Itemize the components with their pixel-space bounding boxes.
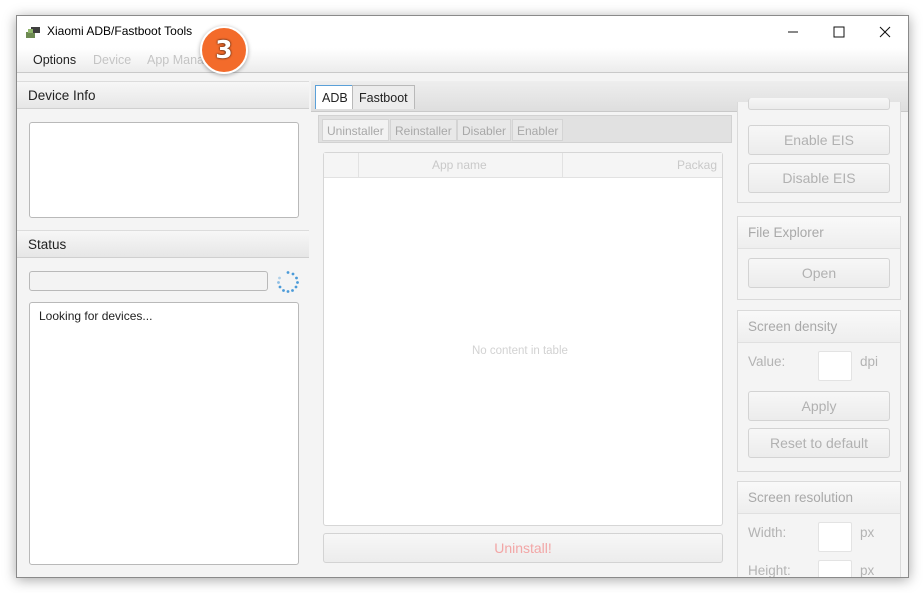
file-explorer-title: File Explorer xyxy=(738,217,900,249)
device-info-header: Device Info xyxy=(17,81,309,109)
minimize-button[interactable] xyxy=(770,16,816,48)
subtab-disabler[interactable]: Disabler xyxy=(457,119,512,141)
maximize-button[interactable] xyxy=(816,16,862,48)
maximize-icon xyxy=(833,26,845,38)
subtab-reinstaller[interactable]: Reinstaller xyxy=(390,119,457,141)
resolution-width-label: Width: xyxy=(748,525,787,540)
resolution-height-unit: px xyxy=(860,563,875,578)
android-tools-icon xyxy=(26,27,40,38)
disable-eis-button[interactable]: Disable EIS xyxy=(748,163,890,193)
window-title: Xiaomi ADB/Fastboot Tools xyxy=(47,24,193,38)
uninstall-button[interactable]: Uninstall! xyxy=(323,533,723,563)
screen-density-title: Screen density xyxy=(738,311,900,343)
subtab-enabler[interactable]: Enabler xyxy=(512,119,564,141)
close-icon xyxy=(879,26,891,38)
screen-resolution-group: Screen resolution Width: px Height: px xyxy=(737,481,901,578)
resolution-width-unit: px xyxy=(860,525,875,540)
loading-spinner-icon xyxy=(277,271,299,293)
screen-resolution-title: Screen resolution xyxy=(738,482,900,514)
enable-eis-button[interactable]: Enable EIS xyxy=(748,125,890,155)
resolution-height-input[interactable] xyxy=(818,560,852,577)
app-window: Xiaomi ADB/Fastboot Tools 3 Options Devi… xyxy=(16,15,909,578)
file-explorer-group: File Explorer Open xyxy=(737,216,901,300)
menu-device[interactable]: Device xyxy=(93,53,131,67)
density-value-label: Value: xyxy=(748,354,786,369)
hidden-top-button[interactable] xyxy=(748,98,890,110)
tab-fastboot[interactable]: Fastboot xyxy=(352,85,415,109)
reset-density-button[interactable]: Reset to default xyxy=(748,428,890,458)
column-divider xyxy=(562,153,563,177)
column-package[interactable]: Packag xyxy=(677,158,717,172)
step-number-badge: 3 xyxy=(200,26,248,74)
app-table: App name Packag No content in table xyxy=(323,152,723,526)
resolution-width-input[interactable] xyxy=(818,522,852,552)
device-info-box xyxy=(29,122,299,218)
close-button[interactable] xyxy=(862,16,908,48)
density-input[interactable] xyxy=(818,351,852,381)
tab-adb[interactable]: ADB xyxy=(315,85,355,109)
table-empty-text: No content in table xyxy=(472,345,568,357)
minimize-icon xyxy=(788,31,798,33)
subtab-uninstaller[interactable]: Uninstaller xyxy=(322,119,389,141)
status-progress-bar xyxy=(29,271,268,291)
eis-group: Enable EIS Disable EIS xyxy=(737,98,901,203)
menu-options[interactable]: Options xyxy=(33,53,76,67)
status-header: Status xyxy=(17,230,309,258)
apply-density-button[interactable]: Apply xyxy=(748,391,890,421)
resolution-height-label: Height: xyxy=(748,563,791,578)
status-log-box: Looking for devices... xyxy=(29,302,299,565)
menu-app-manager[interactable]: App Mana xyxy=(147,53,204,67)
open-file-explorer-button[interactable]: Open xyxy=(748,258,890,288)
column-divider xyxy=(358,153,359,177)
screen-density-group: Screen density Value: dpi Apply Reset to… xyxy=(737,310,901,472)
title-bar[interactable]: Xiaomi ADB/Fastboot Tools xyxy=(17,16,908,48)
density-unit-label: dpi xyxy=(860,354,879,369)
status-log-text: Looking for devices... xyxy=(39,309,153,323)
column-app-name[interactable]: App name xyxy=(432,158,487,172)
table-header: App name Packag xyxy=(324,153,722,178)
menu-bar: Options Device App Mana xyxy=(17,48,908,73)
